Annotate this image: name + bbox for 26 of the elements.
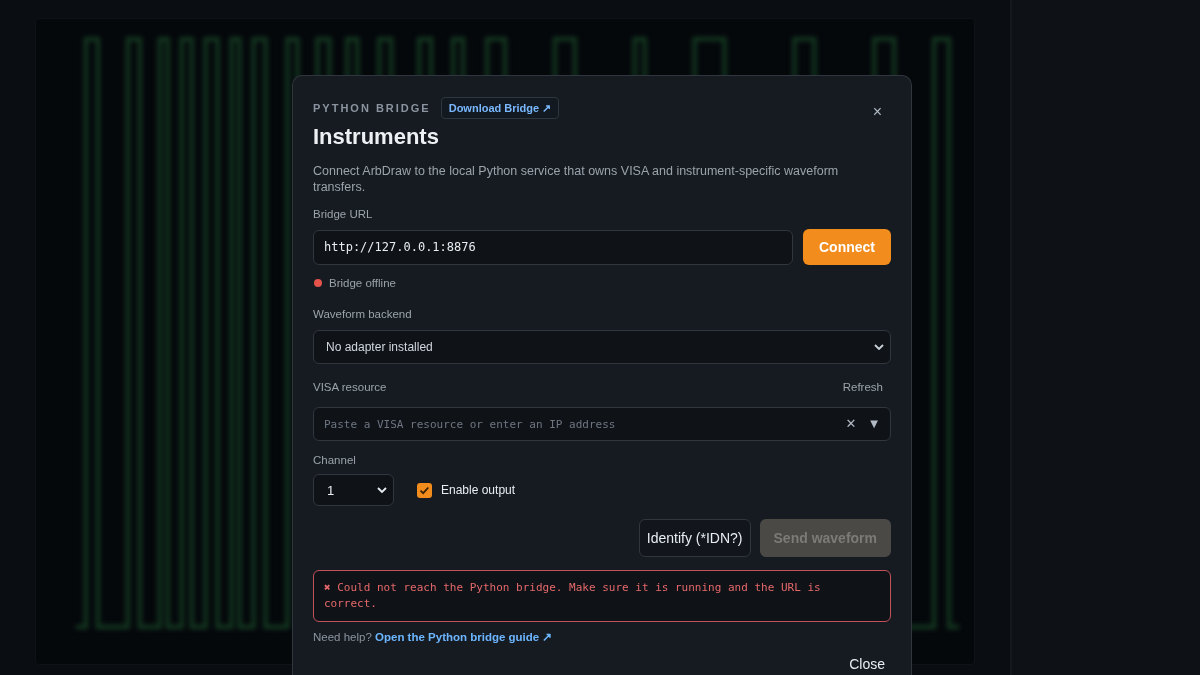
dialog-description: Connect ArbDraw to the local Python service that owns VISA and instrument-specific waveform transfers. <box>313 163 840 195</box>
close-text-button[interactable]: Close <box>843 656 891 673</box>
field-label: Channel <box>313 453 356 468</box>
identify-button[interactable]: Identify (*IDN?) <box>638 519 751 557</box>
field-label: Waveform backend <box>313 307 412 322</box>
refresh-button[interactable]: Refresh <box>842 381 891 393</box>
chevron-down-icon <box>874 344 884 350</box>
dialog-eyebrow: PYTHON BRIDGE <box>313 102 431 114</box>
status-text: Bridge offline <box>329 277 396 289</box>
enable-output-checkbox[interactable] <box>417 482 432 498</box>
download-bridge-link[interactable]: Download Bridge ↗ <box>440 97 560 119</box>
help-text: Need help? Open the Python bridge guide ↗ <box>313 630 553 645</box>
close-button[interactable]: × <box>869 104 885 120</box>
field-label: VISA resource <box>313 380 387 395</box>
visa-resource-field[interactable]: Paste a VISA resource or enter an IP address ✕ ▼ <box>313 407 891 441</box>
dropdown-button[interactable]: ▼ <box>870 417 878 431</box>
chevron-down-icon <box>377 487 387 493</box>
bridge-url-field[interactable]: http://127.0.0.1:8876 <box>313 229 793 265</box>
clear-button[interactable]: ✕ <box>845 417 857 431</box>
channel-select[interactable]: 1 <box>313 474 394 506</box>
field-label: Bridge URL <box>313 207 373 222</box>
checkbox-label: Enable output <box>441 483 516 497</box>
bridge-guide-link[interactable]: Open the Python bridge guide ↗ <box>375 631 553 643</box>
error-message: ✖ Could not reach the Python bridge. Make sure it is running and the URL is correct. <box>313 570 891 622</box>
waveform-backend-select[interactable]: No adapter installed <box>313 330 891 364</box>
dialog-title: Instruments <box>313 123 440 151</box>
